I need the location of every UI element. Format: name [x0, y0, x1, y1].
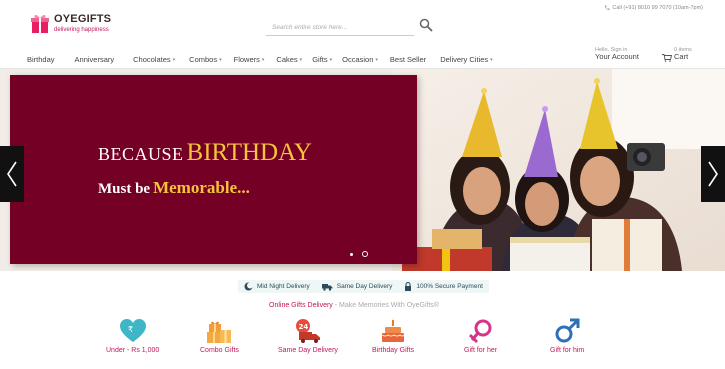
category-same-day-delivery[interactable]: 24 Same Day Delivery [278, 318, 338, 354]
nav-item-label: Flowers [233, 55, 260, 64]
nav-item-anniversary[interactable]: Anniversary [75, 55, 115, 64]
banner-subheadline: Must be Memorable... [98, 178, 250, 198]
feature-secure-payment: 100% Secure Payment [404, 282, 483, 291]
category-label: Birthday Gifts [372, 347, 415, 354]
category-label: Gift for her [464, 347, 498, 354]
banner-pagination [350, 251, 368, 257]
chevron-right-icon [708, 161, 718, 187]
lock-icon [405, 282, 412, 291]
cart-icon [662, 53, 672, 62]
banner-next-button[interactable] [701, 146, 725, 202]
search-icon[interactable] [419, 18, 433, 32]
category-gift-for-her[interactable]: Gift for her [464, 318, 497, 354]
caret-down-icon: ▾ [219, 56, 222, 63]
category-birthday-gifts[interactable]: Birthday Gifts [372, 318, 414, 354]
nav-item-occasion[interactable]: Occasion ▾ [342, 55, 378, 64]
nav-item-label: Cakes [276, 55, 298, 64]
svg-text:24: 24 [298, 323, 308, 331]
chevron-left-icon [7, 161, 17, 187]
contact-phone: Call (+91) 8010 99 7070 (10am-7pm) [604, 5, 703, 11]
category-under-1000[interactable]: ₹ Under - Rs 1,000 [106, 318, 159, 354]
feature-midnight-delivery: Mid Night Delivery [244, 282, 310, 291]
nav-item-gifts[interactable]: Gifts ▾ [312, 55, 332, 64]
nav-item-label: Combos [189, 55, 218, 64]
category-combo-gifts[interactable]: Combo Gifts [200, 318, 239, 354]
logo-name: OYEGIFTS [54, 12, 112, 25]
nav-item-label: Gifts [312, 55, 328, 64]
truck-icon [321, 283, 333, 291]
banner-prev-button[interactable] [0, 146, 24, 202]
caret-down-icon: ▾ [329, 56, 333, 63]
caret-down-icon: ▾ [299, 56, 303, 63]
nav-item-label: Best Seller [389, 55, 427, 64]
search-input[interactable] [266, 18, 414, 37]
banner-subheadline-part2: Memorable... [153, 178, 250, 197]
banner-message-panel [10, 75, 417, 264]
nav-item-label: Chocolates [133, 55, 171, 64]
main-nav: Birthday Anniversary Chocolates ▾ Combos ▾ Flo… [27, 55, 493, 64]
male-symbol-icon [555, 318, 580, 343]
nav-item-delivery-cities[interactable]: Delivery Cities ▾ [440, 55, 492, 64]
banner-headline-part2: BIRTHDAY [186, 139, 312, 166]
banner-headline: BECAUSE BIRTHDAY [98, 139, 312, 167]
feature-label: Mid Night Delivery [257, 283, 310, 290]
nav-item-cakes[interactable]: Cakes ▾ [276, 55, 302, 64]
feature-label: Same Day Delivery [336, 283, 393, 290]
nav-item-label: Birthday [27, 55, 55, 64]
moon-icon [244, 282, 253, 291]
banner-headline-part1: BECAUSE [98, 144, 184, 164]
category-label: Under - Rs 1,000 [106, 347, 160, 354]
hero-banner[interactable]: BECAUSE BIRTHDAY Must be Memorable... [0, 69, 725, 271]
category-label: Same Day Delivery [278, 347, 338, 354]
category-label: Gift for him [550, 347, 585, 354]
caret-down-icon: ▾ [490, 56, 493, 63]
slide-dot-2[interactable] [362, 251, 368, 257]
svg-text:₹: ₹ [128, 325, 133, 334]
feature-label: 100% Secure Payment [416, 283, 483, 290]
feature-same-day: Same Day Delivery [321, 283, 393, 291]
nav-item-birthday[interactable]: Birthday [27, 55, 55, 64]
section-tagline: Online Gifts Delivery - Make Memories Wi… [269, 302, 439, 309]
phone-icon [605, 5, 610, 11]
nav-item-flowers[interactable]: Flowers ▾ [234, 55, 265, 64]
tagline-title: Online Gifts Delivery [269, 302, 333, 309]
logo-tagline: delivering happiness [54, 26, 109, 33]
phone-number: Call (+91) 8010 99 7070 (10am-7pm) [612, 5, 703, 11]
service-features: Mid Night Delivery Same Day Delivery 100… [238, 280, 489, 293]
category-label: Combo Gifts [200, 347, 239, 354]
nav-item-label: Occasion [342, 55, 374, 64]
cart-button[interactable]: 0 items Cart [662, 47, 692, 62]
banner-subheadline-part1: Must be [98, 181, 151, 197]
cart-label: Cart [674, 52, 689, 62]
nav-item-label: Anniversary [74, 55, 115, 64]
account-label: Your Account [595, 52, 639, 62]
tagline-subtitle: - Make Memories With OyeGifts® [334, 302, 440, 309]
gift-boxes-icon [207, 321, 232, 343]
category-gift-for-him[interactable]: Gift for him [550, 318, 584, 354]
birthday-cake-icon [381, 318, 405, 342]
account-menu[interactable]: Hello. Sign in Your Account [595, 47, 639, 62]
slide-dot-1[interactable] [350, 252, 353, 256]
nav-item-chocolates[interactable]: Chocolates ▾ [133, 55, 175, 64]
nav-item-best-seller[interactable]: Best Seller [390, 55, 426, 64]
delivery-truck-icon: 24 [295, 319, 320, 343]
nav-item-label: Delivery Cities [440, 55, 489, 64]
caret-down-icon: ▾ [261, 56, 265, 63]
banner-photo [392, 69, 725, 271]
female-symbol-icon [468, 319, 492, 344]
site-logo[interactable]: OYEGIFTS delivering happiness [29, 12, 111, 34]
search-box [266, 16, 414, 37]
heart-rupee-icon: ₹ [119, 319, 146, 342]
nav-item-combos[interactable]: Combos ▾ [189, 55, 221, 64]
caret-down-icon: ▾ [172, 56, 176, 63]
caret-down-icon: ▾ [375, 56, 378, 63]
gift-logo-icon [31, 14, 49, 33]
